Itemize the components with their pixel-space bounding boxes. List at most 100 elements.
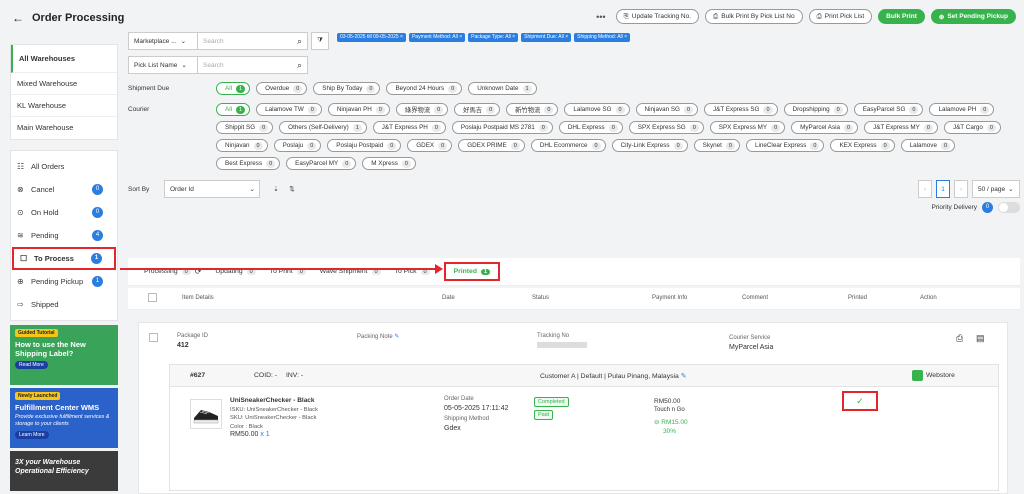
more-icon[interactable]: ••• xyxy=(596,12,605,22)
nav-pending[interactable]: ≋ Pending 4 xyxy=(11,224,117,247)
courier-pill-33[interactable]: Best Express 0 xyxy=(216,157,281,170)
courier-pill-35[interactable]: M Xpress 0 xyxy=(362,157,416,170)
shipment-due-pill-3[interactable]: Beyond 24 Hours 0 xyxy=(386,82,463,95)
pill-count: 0 xyxy=(259,123,269,132)
nav-on-hold[interactable]: ⊙ On Hold 0 xyxy=(11,201,117,224)
nav-all-orders[interactable]: ☷ All Orders xyxy=(11,155,117,178)
courier-pill-27[interactable]: DHL Ecommerce 0 xyxy=(530,139,606,152)
courier-pill-23[interactable]: Poslaju 0 xyxy=(273,139,322,152)
filter-button[interactable]: ⧩ xyxy=(311,32,329,50)
chip-shipment[interactable]: Shipment Due: All × xyxy=(521,32,572,42)
search-icon[interactable]: ⌕ xyxy=(297,36,302,47)
courier-pill-22[interactable]: Ninjavan 0 xyxy=(216,139,268,152)
courier-pill-16[interactable]: DHL Express 0 xyxy=(558,121,623,134)
packing-note[interactable]: Packing Note ✎ xyxy=(357,333,399,340)
courier-pill-14[interactable]: J&T Express PH 0 xyxy=(372,121,446,134)
per-page-select[interactable]: 50 / page ⌄ xyxy=(972,180,1020,198)
courier-pill-3[interactable]: 綠界物流 0 xyxy=(395,103,449,116)
courier-pill-29[interactable]: Skynet 0 xyxy=(693,139,740,152)
package-checkbox[interactable] xyxy=(149,333,158,342)
sort-asc-button[interactable]: ⇅ xyxy=(284,180,300,198)
courier-pill-8[interactable]: J&T Express SG 0 xyxy=(704,103,778,116)
chip-package[interactable]: Package Type: All × xyxy=(468,32,519,42)
document-icon[interactable]: ▤ xyxy=(976,333,985,344)
courier-pill-4[interactable]: 好馬吉 0 xyxy=(454,103,501,116)
courier-pill-15[interactable]: Poslaju Postpaid MS 2781 0 xyxy=(451,121,553,134)
read-more-button[interactable]: Read More xyxy=(15,361,48,369)
courier-pill-20[interactable]: J&T Express MY 0 xyxy=(864,121,938,134)
shipment-due-pill-2[interactable]: Ship By Today 0 xyxy=(313,82,381,95)
sort-desc-button[interactable]: ⇣ xyxy=(268,180,284,198)
marketplace-select[interactable]: Marketplace ... ⌄ xyxy=(128,32,198,50)
marketplace-search-input[interactable]: Search ⌕ xyxy=(198,32,308,50)
courier-pill-13[interactable]: Others (Self-Delivery) 1 xyxy=(279,121,367,134)
back-arrow-icon[interactable]: ← xyxy=(12,11,24,25)
courier-pill-31[interactable]: KEX Express 0 xyxy=(830,139,895,152)
picklist-select[interactable]: Pick List Name ⌄ xyxy=(128,56,198,74)
nav-shipped[interactable]: ⇨ Shipped xyxy=(11,293,117,316)
edit-icon[interactable]: ✎ xyxy=(394,334,399,340)
promo-banner-wms[interactable]: Newly Launched Fulfillment Center WMS Pr… xyxy=(10,388,118,448)
shipment-due-pill-1[interactable]: Overdue 0 xyxy=(256,82,308,95)
bulk-print-button[interactable]: Bulk Print xyxy=(878,9,925,24)
print-label-icon[interactable]: ⎙ xyxy=(956,333,963,344)
bulk-print-pick-button[interactable]: ⎙ Bulk Print By Pick List No xyxy=(705,9,803,24)
priority-count-badge: 0 xyxy=(982,202,993,213)
tracking-label: Tracking No xyxy=(537,333,570,339)
courier-pill-34[interactable]: EasyParcel MY 0 xyxy=(286,157,357,170)
product-name[interactable]: UniSneakerChecker - Black xyxy=(230,397,318,406)
shipment-due-pill-4[interactable]: Unknown Date 1 xyxy=(468,82,537,95)
chip-payment[interactable]: Payment Method: All × xyxy=(408,32,466,42)
set-pending-pickup-button[interactable]: ⊕ Set Pending Pickup xyxy=(930,9,1016,24)
warehouse-item-main[interactable]: Main Warehouse xyxy=(11,117,117,139)
prev-page-button[interactable]: ‹ xyxy=(918,180,932,198)
courier-pill-7[interactable]: Ninjavan SG 0 xyxy=(635,103,699,116)
courier-pill-30[interactable]: LineClear Express 0 xyxy=(745,139,825,152)
promo-banner-efficiency[interactable]: 3X your Warehouse Operational Efficiency xyxy=(10,451,118,491)
courier-pill-12[interactable]: Shippit SG 0 xyxy=(216,121,274,134)
promo-banner-tutorial[interactable]: Guided Tutorial How to use the New Shipp… xyxy=(10,325,118,385)
pill-count: 0 xyxy=(810,141,820,150)
shipment-due-pill-0[interactable]: All 1 xyxy=(216,82,251,95)
priority-toggle[interactable] xyxy=(998,202,1020,213)
pill-label: Ninjavan SG xyxy=(644,106,680,113)
courier-pill-24[interactable]: Poslaju Postpaid 0 xyxy=(327,139,402,152)
select-all-checkbox[interactable] xyxy=(148,293,157,302)
nav-cancel[interactable]: ⊗ Cancel 0 xyxy=(11,178,117,201)
courier-pill-6[interactable]: Lalamove SG 0 xyxy=(564,103,630,116)
picklist-search-input[interactable]: Search ⌕ xyxy=(198,56,308,74)
courier-pill-5[interactable]: 新竹物流 0 xyxy=(506,103,559,116)
edit-icon[interactable]: ✎ xyxy=(681,373,687,380)
next-page-button[interactable]: › xyxy=(954,180,968,198)
nav-pending-pickup[interactable]: ⊕ Pending Pickup 1 xyxy=(11,270,117,293)
print-pick-list-button[interactable]: ⎙ Print Pick List xyxy=(808,9,873,24)
courier-pill-18[interactable]: SPX Express MY 0 xyxy=(709,121,786,134)
courier-pill-2[interactable]: Ninjavan PH 0 xyxy=(327,103,390,116)
nav-to-process[interactable]: ☐ To Process 1 xyxy=(12,247,116,270)
courier-pill-19[interactable]: MyParcel Asia 0 xyxy=(791,121,859,134)
sort-field-select[interactable]: Order Id ⌄ xyxy=(164,180,260,198)
courier-pill-17[interactable]: SPX Express SG 0 xyxy=(628,121,704,134)
courier-pill-32[interactable]: Lalamove 0 xyxy=(900,139,956,152)
tab-printed[interactable]: Printed 1 xyxy=(443,262,501,281)
courier-pill-28[interactable]: City-Link Express 0 xyxy=(611,139,688,152)
sort-desc-icon: ⇣ xyxy=(273,186,279,193)
courier-pill-26[interactable]: GDEX PRIME 0 xyxy=(458,139,525,152)
chip-shipping[interactable]: Shipping Method: All × xyxy=(574,32,631,42)
courier-pill-1[interactable]: Lalamove TW 0 xyxy=(256,103,322,116)
order-number[interactable]: #627 xyxy=(190,372,205,379)
courier-pill-25[interactable]: GDEX 0 xyxy=(407,139,453,152)
warehouse-item-mixed[interactable]: Mixed Warehouse xyxy=(11,73,117,95)
chip-date[interactable]: 03-05-2025 till 09-05-2025 × xyxy=(337,32,406,42)
courier-pill-10[interactable]: EasyParcel SG 0 xyxy=(853,103,924,116)
courier-pill-0[interactable]: All 1 xyxy=(216,103,251,116)
learn-more-button[interactable]: Learn More xyxy=(15,431,49,439)
search-icon[interactable]: ⌕ xyxy=(297,60,302,71)
page-number[interactable]: 1 xyxy=(936,180,950,198)
courier-pill-21[interactable]: J&T Cargo 0 xyxy=(943,121,1001,134)
warehouse-item-all[interactable]: All Warehouses xyxy=(11,45,117,73)
warehouse-item-kl[interactable]: KL Warehouse xyxy=(11,95,117,117)
courier-pill-11[interactable]: Lalamove PH 0 xyxy=(929,103,995,116)
courier-pill-9[interactable]: Dropshipping 0 xyxy=(783,103,848,116)
update-tracking-button[interactable]: ⎘ Update Tracking No. xyxy=(615,9,700,24)
